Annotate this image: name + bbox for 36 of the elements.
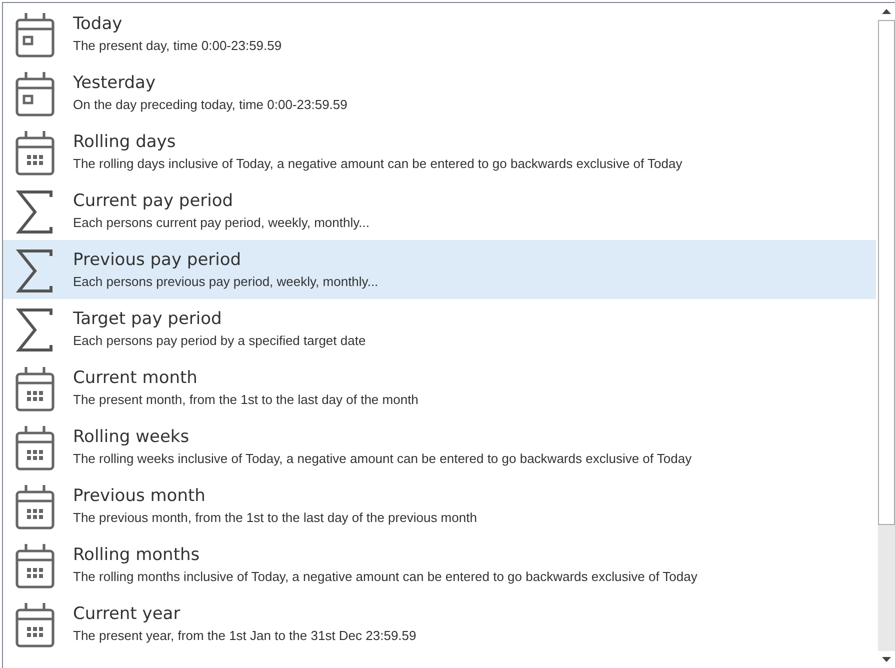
item-description: On the day preceding today, time 0:00-23:59.59 — [73, 96, 348, 113]
item-description: The previous month, from the 1st to the last day of the previous month — [73, 509, 477, 526]
item-title: Target pay period — [73, 308, 223, 330]
item-title: Current pay period — [73, 190, 234, 212]
item-description: The rolling weeks inclusive of Today, a negative amount can be entered to go backwards exclusive of Today — [73, 450, 692, 467]
list-item[interactable]: Target pay period Each persons pay period by a specified target date — [3, 299, 876, 358]
item-title: Previous month — [73, 485, 206, 507]
list-item[interactable]: Yesterday On the day preceding today, time 0:00-23:59.59 — [3, 63, 876, 122]
item-title: Previous pay period — [73, 249, 242, 271]
scrollbar-thumb[interactable] — [878, 20, 895, 525]
list-item[interactable]: Current pay period Each persons current pay period, weekly, monthly... — [3, 181, 876, 240]
list-item[interactable]: Current year The present year, from the 1st Jan to the 31st Dec 23:59.59 — [3, 594, 876, 653]
item-title: Rolling days — [73, 131, 177, 153]
item-description: The present month, from the 1st to the last day of the month — [73, 391, 418, 408]
item-description: Each persons current pay period, weekly, monthly... — [73, 214, 370, 231]
item-description: Each persons pay period by a specified target date — [73, 332, 366, 349]
scroll-down-icon[interactable] — [882, 657, 891, 662]
item-title: Today — [73, 13, 124, 35]
item-title: Current month — [73, 367, 198, 389]
item-title: Current year — [73, 603, 182, 625]
item-title: Rolling weeks — [73, 426, 190, 448]
list-item[interactable]: Current month The present month, from the 1st to the last day of the month — [3, 358, 876, 417]
list-item[interactable]: Previous pay period Each persons previous pay period, weekly, monthly... — [3, 240, 876, 299]
item-description: Each persons previous pay period, weekly, monthly... — [73, 273, 378, 290]
list-item[interactable]: Rolling weeks The rolling weeks inclusive of Today, a negative amount can be entered to go backwards exclusive of Today — [3, 417, 876, 476]
list-item[interactable]: Rolling months The rolling months inclusive of Today, a negative amount can be entered to go backwards exclusive of Today — [3, 535, 876, 594]
item-title: Rolling months — [73, 544, 201, 566]
list-item[interactable]: Previous month The previous month, from the 1st to the last day of the previous month — [3, 476, 876, 535]
item-description: The rolling months inclusive of Today, a negative amount can be entered to go backwards exclusive of Today — [73, 568, 698, 585]
item-title: Yesterday — [73, 72, 157, 94]
list-item[interactable]: Rolling days The rolling days inclusive of Today, a negative amount can be entered to go backwards exclusive of Today — [3, 122, 876, 181]
item-description: The present day, time 0:00-23:59.59 — [73, 37, 282, 54]
scroll-up-icon[interactable] — [882, 9, 891, 14]
list-item[interactable]: Today The present day, time 0:00-23:59.59 — [3, 4, 876, 63]
item-description: The present year, from the 1st Jan to the 31st Dec 23:59.59 — [73, 627, 416, 644]
item-description: The rolling days inclusive of Today, a negative amount can be entered to go backwards exclusive of Today — [73, 155, 682, 172]
